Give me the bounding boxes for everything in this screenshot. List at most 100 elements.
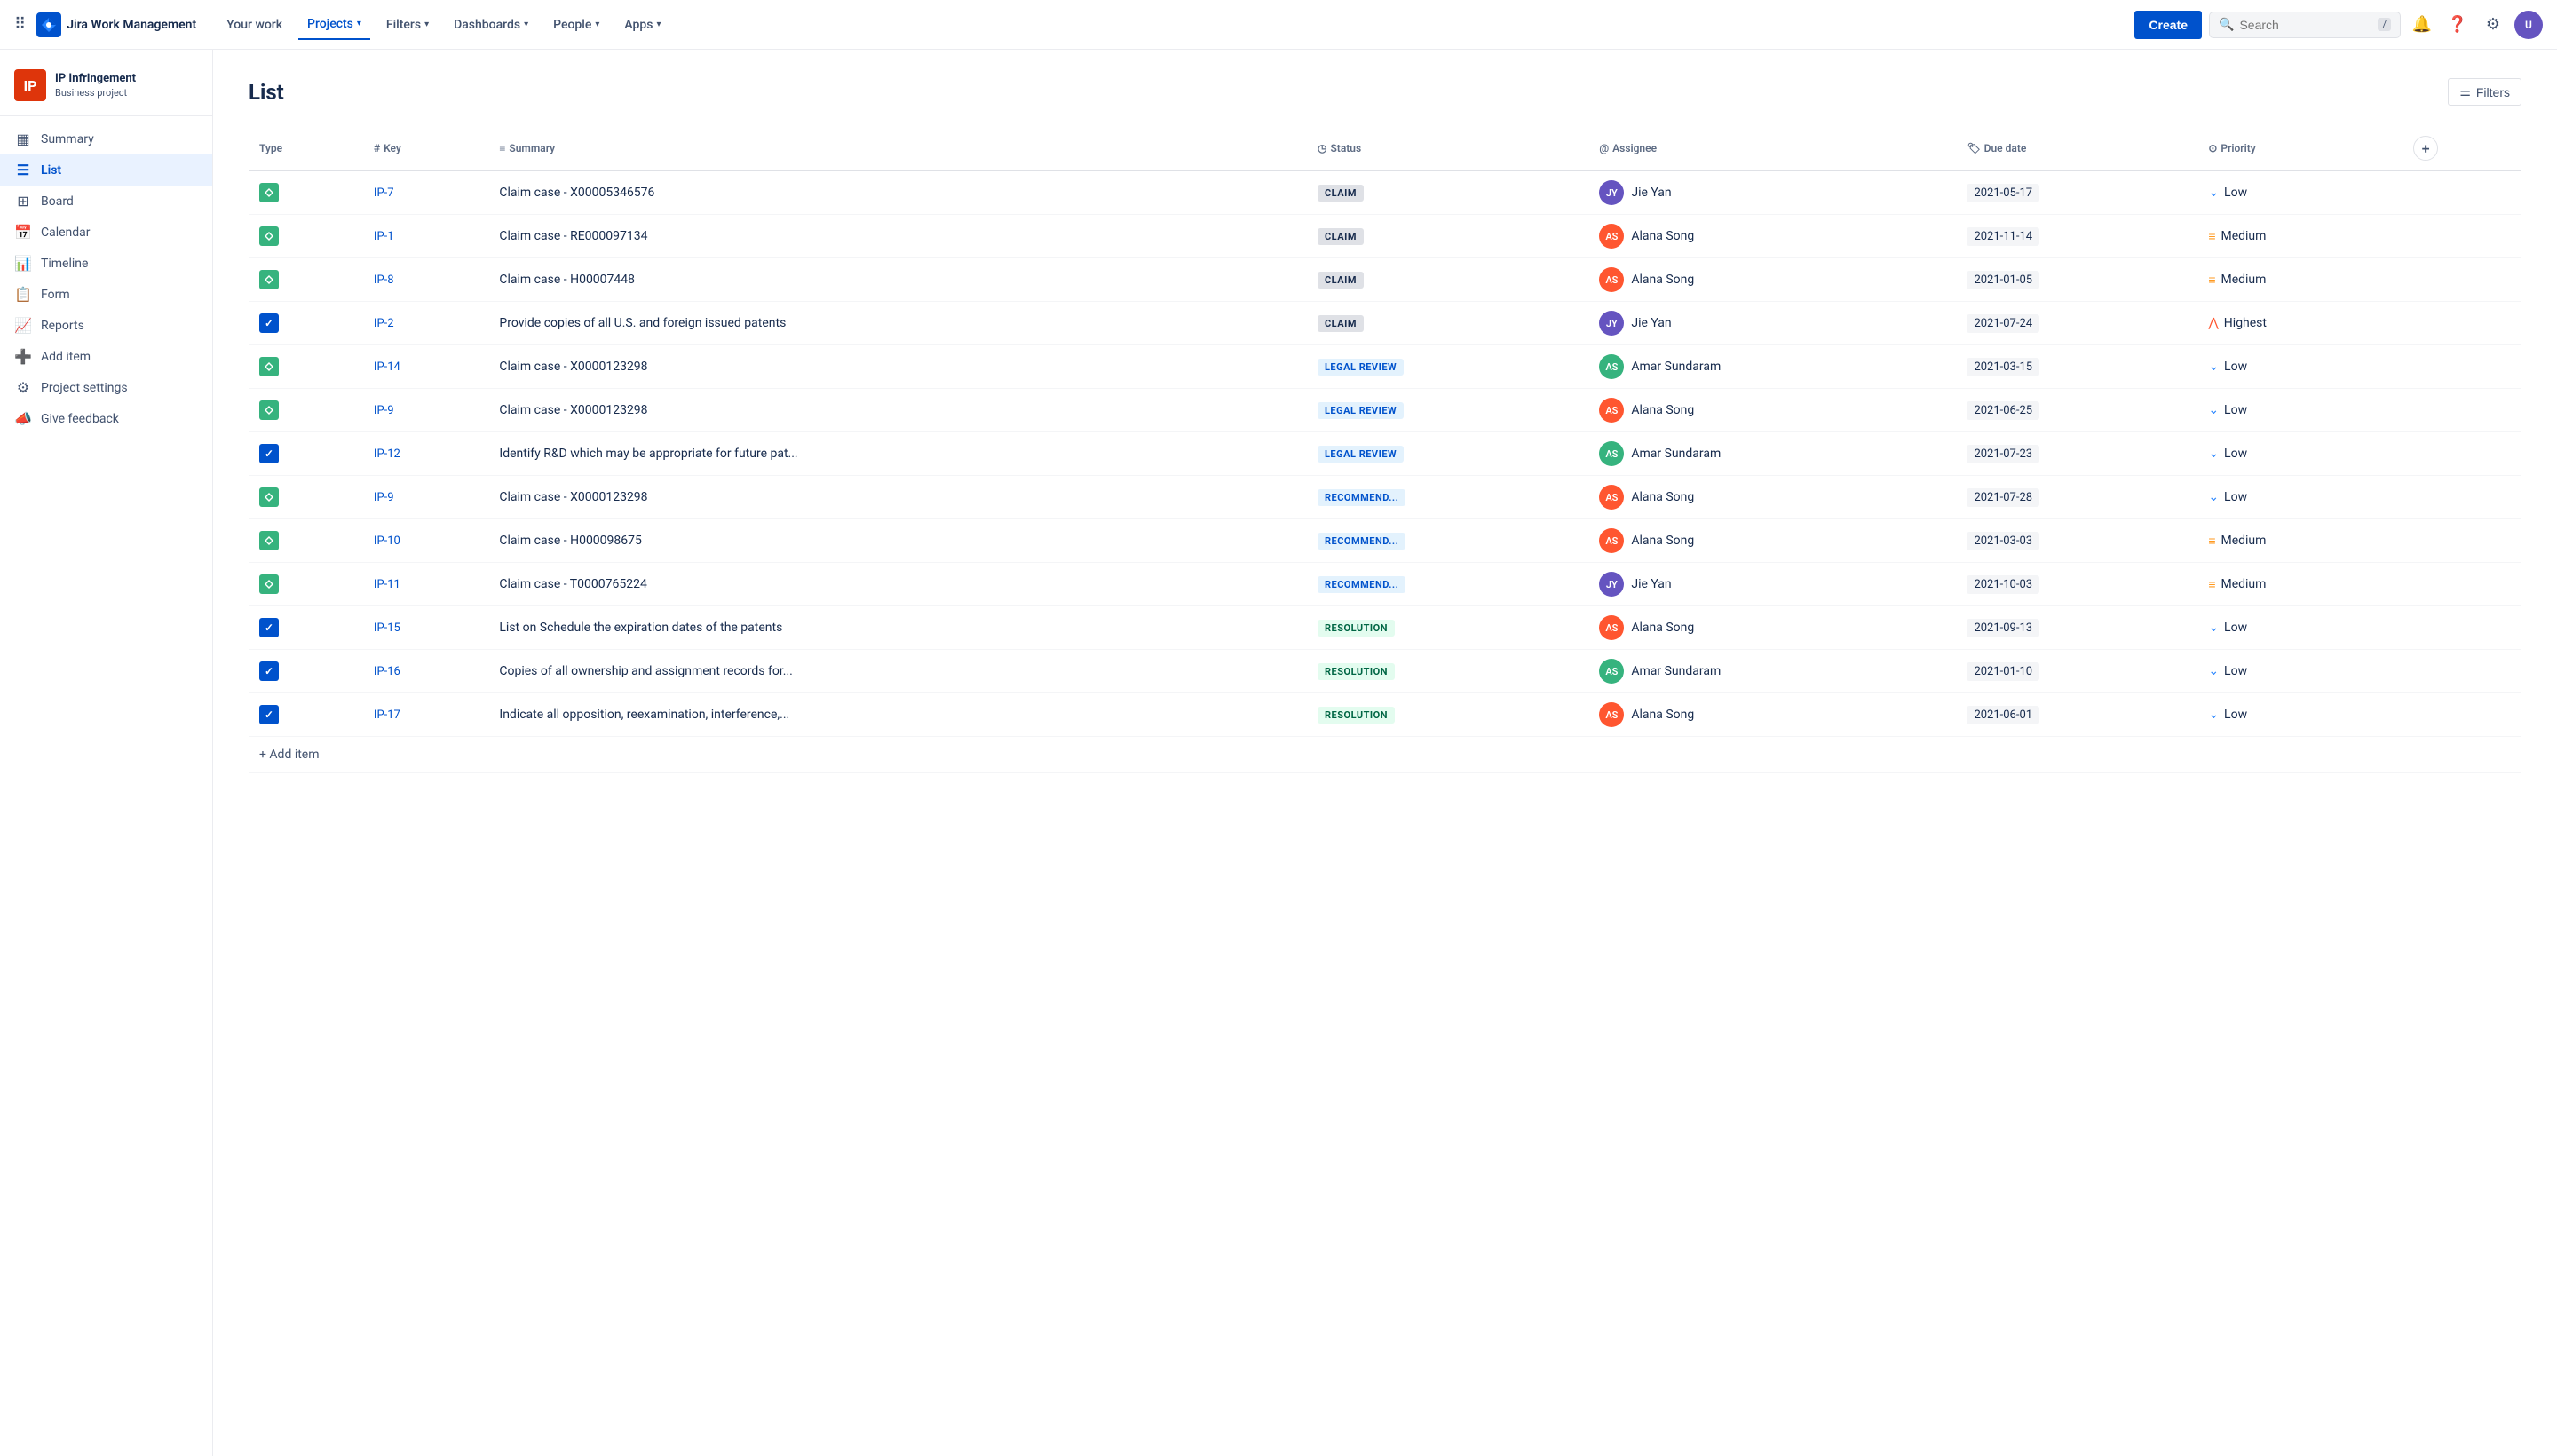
cell-summary[interactable]: Copies of all ownership and assignment r… <box>488 650 1307 693</box>
table-row[interactable]: ✓IP-17Indicate all opposition, reexamina… <box>249 693 2521 737</box>
cell-status[interactable]: CLAIM <box>1307 215 1588 258</box>
user-avatar[interactable]: U <box>2514 11 2543 39</box>
cell-key[interactable]: IP-9 <box>363 389 488 432</box>
sidebar-item-form[interactable]: 📋 Form <box>0 279 212 310</box>
col-priority[interactable]: ⊙ Priority <box>2197 127 2403 170</box>
col-assignee[interactable]: @ Assignee <box>1588 127 1956 170</box>
cell-due-date[interactable]: 2021-07-23 <box>1956 432 2197 476</box>
table-row[interactable]: ✓IP-2Provide copies of all U.S. and fore… <box>249 302 2521 345</box>
add-column-button[interactable]: + <box>2413 136 2438 161</box>
cell-key[interactable]: IP-12 <box>363 432 488 476</box>
cell-due-date[interactable]: 2021-07-28 <box>1956 476 2197 519</box>
cell-status[interactable]: RESOLUTION <box>1307 606 1588 650</box>
cell-summary[interactable]: Claim case - T0000765224 <box>488 563 1307 606</box>
col-due-date[interactable]: 🏷 Due date <box>1956 127 2197 170</box>
notifications-button[interactable]: 🔔 <box>2408 11 2436 39</box>
table-row[interactable]: IP-11Claim case - T0000765224RECOMMEND..… <box>249 563 2521 606</box>
sidebar-item-list[interactable]: ☰ List <box>0 154 212 186</box>
sidebar-item-board[interactable]: ⊞ Board <box>0 186 212 217</box>
cell-status[interactable]: RECOMMEND... <box>1307 563 1588 606</box>
cell-summary[interactable]: Claim case - X0000123298 <box>488 476 1307 519</box>
dashboards-nav[interactable]: Dashboards ▾ <box>445 11 537 39</box>
search-box[interactable]: 🔍 / <box>2209 12 2401 38</box>
cell-key[interactable]: IP-14 <box>363 345 488 389</box>
add-item-cell[interactable]: + Add item <box>249 737 2521 773</box>
cell-key[interactable]: IP-1 <box>363 215 488 258</box>
people-nav[interactable]: People ▾ <box>544 11 608 39</box>
table-row[interactable]: IP-9Claim case - X0000123298RECOMMEND...… <box>249 476 2521 519</box>
table-row[interactable]: IP-14Claim case - X0000123298LEGAL REVIE… <box>249 345 2521 389</box>
sidebar-item-add-item[interactable]: ➕ Add item <box>0 341 212 372</box>
col-summary[interactable]: ≡ Summary <box>488 127 1307 170</box>
cell-status[interactable]: CLAIM <box>1307 170 1588 215</box>
cell-key[interactable]: IP-9 <box>363 476 488 519</box>
help-button[interactable]: ❓ <box>2443 11 2472 39</box>
cell-status[interactable]: RECOMMEND... <box>1307 476 1588 519</box>
cell-key[interactable]: IP-17 <box>363 693 488 737</box>
cell-status[interactable]: RECOMMEND... <box>1307 519 1588 563</box>
search-input[interactable] <box>2239 18 2372 32</box>
sidebar-item-timeline[interactable]: 📊 Timeline <box>0 248 212 279</box>
table-row[interactable]: IP-9Claim case - X0000123298LEGAL REVIEW… <box>249 389 2521 432</box>
cell-summary[interactable]: Claim case - X00005346576 <box>488 170 1307 215</box>
cell-due-date[interactable]: 2021-06-01 <box>1956 693 2197 737</box>
table-row[interactable]: IP-10Claim case - H000098675RECOMMEND...… <box>249 519 2521 563</box>
cell-due-date[interactable]: 2021-07-24 <box>1956 302 2197 345</box>
cell-status[interactable]: LEGAL REVIEW <box>1307 345 1588 389</box>
cell-summary[interactable]: Identify R&D which may be appropriate fo… <box>488 432 1307 476</box>
cell-due-date[interactable]: 2021-06-25 <box>1956 389 2197 432</box>
projects-nav[interactable]: Projects ▾ <box>298 10 370 40</box>
cell-due-date[interactable]: 2021-11-14 <box>1956 215 2197 258</box>
sidebar-item-give-feedback[interactable]: 📣 Give feedback <box>0 403 212 434</box>
table-row[interactable]: IP-1Claim case - RE000097134CLAIMASAlana… <box>249 215 2521 258</box>
sidebar-item-project-settings[interactable]: ⚙ Project settings <box>0 372 212 403</box>
cell-due-date[interactable]: 2021-01-10 <box>1956 650 2197 693</box>
app-logo[interactable]: Jira Work Management <box>36 12 196 37</box>
add-item-label[interactable]: + Add item <box>259 748 320 762</box>
create-button[interactable]: Create <box>2134 11 2202 39</box>
grid-icon[interactable]: ⠿ <box>14 15 26 34</box>
cell-key[interactable]: IP-16 <box>363 650 488 693</box>
cell-status[interactable]: LEGAL REVIEW <box>1307 432 1588 476</box>
apps-nav[interactable]: Apps ▾ <box>615 11 669 39</box>
cell-due-date[interactable]: 2021-09-13 <box>1956 606 2197 650</box>
cell-summary[interactable]: List on Schedule the expiration dates of… <box>488 606 1307 650</box>
sidebar-item-calendar[interactable]: 📅 Calendar <box>0 217 212 248</box>
table-row[interactable]: ✓IP-16Copies of all ownership and assign… <box>249 650 2521 693</box>
add-item-row[interactable]: + Add item <box>249 737 2521 773</box>
cell-summary[interactable]: Claim case - H00007448 <box>488 258 1307 302</box>
settings-button[interactable]: ⚙ <box>2479 11 2507 39</box>
your-work-nav[interactable]: Your work <box>218 11 291 39</box>
cell-summary[interactable]: Provide copies of all U.S. and foreign i… <box>488 302 1307 345</box>
cell-key[interactable]: IP-7 <box>363 170 488 215</box>
cell-summary[interactable]: Indicate all opposition, reexamination, … <box>488 693 1307 737</box>
cell-due-date[interactable]: 2021-01-05 <box>1956 258 2197 302</box>
cell-summary[interactable]: Claim case - X0000123298 <box>488 345 1307 389</box>
cell-status[interactable]: CLAIM <box>1307 258 1588 302</box>
sidebar-item-summary[interactable]: ▦ Summary <box>0 123 212 154</box>
table-row[interactable]: ✓IP-12Identify R&D which may be appropri… <box>249 432 2521 476</box>
table-row[interactable]: IP-8Claim case - H00007448CLAIMASAlana S… <box>249 258 2521 302</box>
cell-status[interactable]: RESOLUTION <box>1307 650 1588 693</box>
cell-key[interactable]: IP-8 <box>363 258 488 302</box>
filters-nav[interactable]: Filters ▾ <box>377 11 438 39</box>
cell-due-date[interactable]: 2021-03-15 <box>1956 345 2197 389</box>
table-row[interactable]: IP-7Claim case - X00005346576CLAIMJYJie … <box>249 170 2521 215</box>
col-key[interactable]: # Key <box>363 127 488 170</box>
filter-button[interactable]: ⚌ Filters <box>2448 78 2521 106</box>
cell-due-date[interactable]: 2021-10-03 <box>1956 563 2197 606</box>
cell-key[interactable]: IP-10 <box>363 519 488 563</box>
cell-due-date[interactable]: 2021-03-03 <box>1956 519 2197 563</box>
cell-key[interactable]: IP-11 <box>363 563 488 606</box>
cell-key[interactable]: IP-2 <box>363 302 488 345</box>
cell-summary[interactable]: Claim case - H000098675 <box>488 519 1307 563</box>
col-add[interactable]: + <box>2403 127 2521 170</box>
cell-summary[interactable]: Claim case - X0000123298 <box>488 389 1307 432</box>
cell-key[interactable]: IP-15 <box>363 606 488 650</box>
cell-status[interactable]: LEGAL REVIEW <box>1307 389 1588 432</box>
cell-status[interactable]: CLAIM <box>1307 302 1588 345</box>
col-status[interactable]: ◷ Status <box>1307 127 1588 170</box>
cell-due-date[interactable]: 2021-05-17 <box>1956 170 2197 215</box>
table-row[interactable]: ✓IP-15List on Schedule the expiration da… <box>249 606 2521 650</box>
cell-status[interactable]: RESOLUTION <box>1307 693 1588 737</box>
